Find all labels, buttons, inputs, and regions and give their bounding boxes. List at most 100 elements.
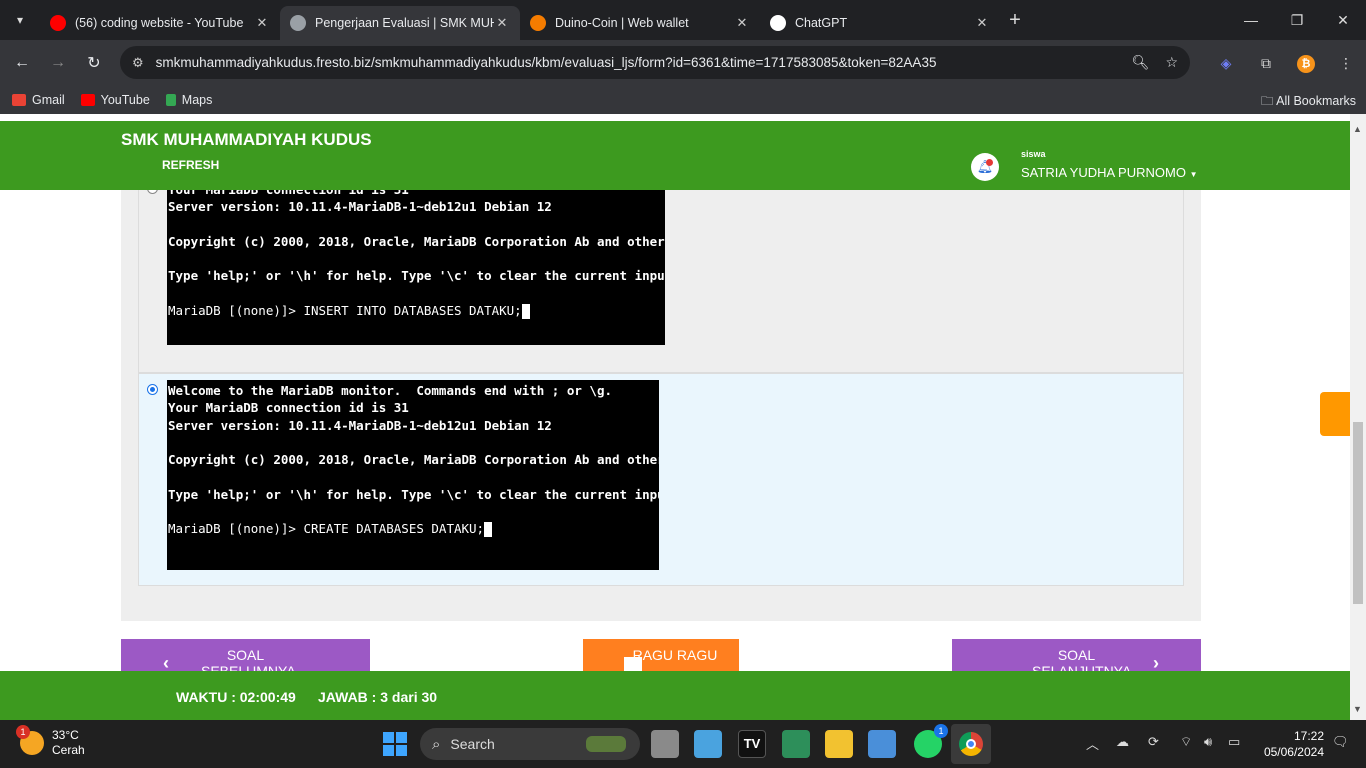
browser-toolbar: ← → ↻ ⚙ smkmuhammadiyahkudus.fresto.biz/… <box>0 40 1366 86</box>
tab-favicon-icon <box>770 15 786 31</box>
terminal-line: Copyright (c) 2000, 2018, Oracle, MariaD… <box>168 452 659 468</box>
chrome-icon <box>959 732 983 756</box>
close-tab-icon[interactable]: ✕ <box>974 15 990 31</box>
school-name: SMK MUHAMMADIYAH KUDUS <box>121 130 372 149</box>
system-clock[interactable]: 17:22 05/06/2024 <box>1258 728 1324 760</box>
close-tab-icon[interactable]: ✕ <box>254 15 270 31</box>
address-bar[interactable]: ⚙ smkmuhammadiyahkudus.fresto.biz/smkmuh… <box>120 46 1190 79</box>
tab-title: ChatGPT <box>795 16 848 30</box>
browser-tab[interactable]: Duino-Coin | Web wallet ✕ <box>520 6 760 40</box>
terminal-prompt: MariaDB [(none)]> INSERT INTO DATABASES … <box>168 303 522 319</box>
close-tab-icon[interactable]: ✕ <box>494 15 510 31</box>
windows-start-icon[interactable] <box>383 732 407 756</box>
text-cursor <box>484 522 493 538</box>
browser-tab[interactable]: (56) coding website - YouTube ✕ <box>40 6 280 40</box>
virtualbox-icon[interactable] <box>868 730 896 758</box>
scroll-down-icon[interactable]: ▼ <box>1353 704 1362 714</box>
site-header: SMK MUHAMMADIYAH KUDUS REFRESH 🔔︎ siswa … <box>0 121 1350 190</box>
minimize-icon[interactable]: — <box>1228 0 1274 40</box>
scrollbar-thumb[interactable] <box>1353 422 1363 604</box>
terminal-line: Your MariaDB connection id is 31 <box>168 400 409 416</box>
site-info-icon[interactable]: ⚙ <box>132 55 144 71</box>
side-question-panel-toggle[interactable] <box>1320 392 1350 436</box>
tray-overflow-icon[interactable]: ︿ <box>1086 734 1099 753</box>
browser-tab[interactable]: Pengerjaan Evaluasi | SMK MUH ✕ <box>280 6 520 40</box>
sync-icon[interactable]: ⟳ <box>1148 734 1159 750</box>
bookmark-gmail[interactable]: Gmail <box>12 93 65 107</box>
chrome-taskbar-button[interactable] <box>951 724 991 764</box>
doubtful-button[interactable]: RAGU RAGU <box>583 639 739 675</box>
extension-shield-icon[interactable]: ◈ <box>1206 55 1246 72</box>
bookmark-youtube[interactable]: YouTube <box>80 93 150 107</box>
page-scrollbar[interactable]: ▲ ▼ <box>1350 114 1366 720</box>
window-controls: — ❐ ✕ <box>1228 0 1366 40</box>
status-footer: WAKTU : 02:00:49 JAWAB : 3 dari 30 <box>0 671 1350 720</box>
option-terminal-image: Your MariaDB connection id is 31Server v… <box>167 179 665 345</box>
windows-taskbar: 1 33°C Cerah ⌕ Search TV 1 ︿ ☁ ⟳ ⌔ 🔊︎ ▭ 1… <box>0 720 1366 768</box>
question-options-area: Your MariaDB connection id is 31Server v… <box>121 179 1201 621</box>
search-highlight-icon <box>586 736 626 752</box>
zoom-icon[interactable]: 🔍︎ <box>1132 54 1150 71</box>
user-role: siswa <box>1021 149 1046 159</box>
browser-tab-strip: ▾ (56) coding website - YouTube ✕ Pengerja… <box>0 0 1366 40</box>
answered-count: JAWAB : 3 dari 30 <box>318 689 438 705</box>
scroll-up-icon[interactable]: ▲ <box>1353 124 1362 134</box>
previous-question-button[interactable]: ‹ SOAL SEBELUMNYA <box>121 639 370 675</box>
close-window-icon[interactable]: ✕ <box>1320 0 1366 40</box>
browser-menu-icon[interactable]: ⋮ <box>1326 55 1366 72</box>
next-question-button[interactable]: SOAL SELANJUTNYA › <box>952 639 1201 675</box>
terminal-line: Server version: 10.11.4-MariaDB-1~deb12u… <box>168 199 552 215</box>
terminal-line: Welcome to the MariaDB monitor. Commands… <box>168 383 613 398</box>
close-tab-icon[interactable]: ✕ <box>734 15 750 31</box>
bookmarks-bar: Gmail YouTube Maps 🗀 All Bookmarks <box>0 86 1366 114</box>
volume-icon[interactable]: 🔊︎ <box>1204 734 1212 750</box>
task-view-icon[interactable] <box>651 730 679 758</box>
whatsapp-icon[interactable]: 1 <box>914 724 948 758</box>
notification-icon[interactable]: 🗨 <box>1332 734 1349 750</box>
tab-favicon-icon <box>50 15 66 31</box>
store-icon[interactable] <box>782 730 810 758</box>
user-menu[interactable]: SATRIA YUDHA PURNOMO ▼ <box>1021 165 1197 180</box>
maps-icon <box>165 94 176 106</box>
battery-icon[interactable]: ▭ <box>1228 734 1240 750</box>
cloud-icon[interactable]: ☁ <box>1116 734 1129 750</box>
reload-icon[interactable]: ↻ <box>76 53 112 73</box>
all-bookmarks[interactable]: 🗀 All Bookmarks <box>1261 92 1356 113</box>
tradingview-icon[interactable]: TV <box>738 730 766 758</box>
option-radio-selected[interactable] <box>147 384 158 395</box>
terminal-line: Type 'help;' or '\h' for help. Type '\c'… <box>168 486 659 502</box>
bookmark-maps[interactable]: Maps <box>165 93 212 107</box>
tab-search-chevron-icon[interactable]: ▾ <box>0 0 40 40</box>
folder-icon: 🗀 <box>1260 94 1277 108</box>
tab-title: Pengerjaan Evaluasi | SMK MUH <box>315 16 494 30</box>
refresh-link[interactable]: REFRESH <box>162 158 219 172</box>
browser-tab[interactable]: ChatGPT ✕ <box>760 6 1000 40</box>
tab-favicon-icon <box>290 15 306 31</box>
notification-bell-icon[interactable]: 🔔︎ <box>971 153 999 181</box>
new-tab-button[interactable]: + <box>1000 9 1030 32</box>
tab-title: Duino-Coin | Web wallet <box>555 16 689 30</box>
terminal-line: Server version: 10.11.4-MariaDB-1~deb12u… <box>168 417 552 433</box>
text-cursor <box>521 304 530 320</box>
file-explorer-icon[interactable] <box>825 730 853 758</box>
back-arrow-icon[interactable]: ← <box>4 54 40 72</box>
app-icon[interactable] <box>694 730 722 758</box>
youtube-icon <box>80 94 95 106</box>
bitcoin-extension-icon[interactable]: ₿ <box>1286 54 1326 73</box>
wifi-icon[interactable]: ⌔ <box>1180 734 1192 750</box>
terminal-line: Copyright (c) 2000, 2018, Oracle, MariaD… <box>168 233 665 249</box>
taskbar-search[interactable]: ⌕ Search <box>420 728 640 760</box>
url-text[interactable]: smkmuhammadiyahkudus.fresto.biz/smkmuham… <box>156 55 1116 70</box>
answer-option[interactable]: Your MariaDB connection id is 31Server v… <box>138 179 1184 373</box>
tab-favicon-icon <box>530 15 546 31</box>
restore-icon[interactable]: ❐ <box>1274 0 1320 40</box>
forward-arrow-icon[interactable]: → <box>40 54 76 72</box>
extensions-puzzle-icon[interactable]: ⧉ <box>1246 55 1286 72</box>
weather-widget[interactable]: 1 33°C Cerah <box>16 725 85 758</box>
answer-option-selected[interactable]: Welcome to the MariaDB monitor. Commands… <box>138 373 1184 586</box>
bookmark-star-icon[interactable]: ☆ <box>1165 54 1178 71</box>
terminal-prompt: MariaDB [(none)]> CREATE DATABASES DATAK… <box>168 521 485 537</box>
